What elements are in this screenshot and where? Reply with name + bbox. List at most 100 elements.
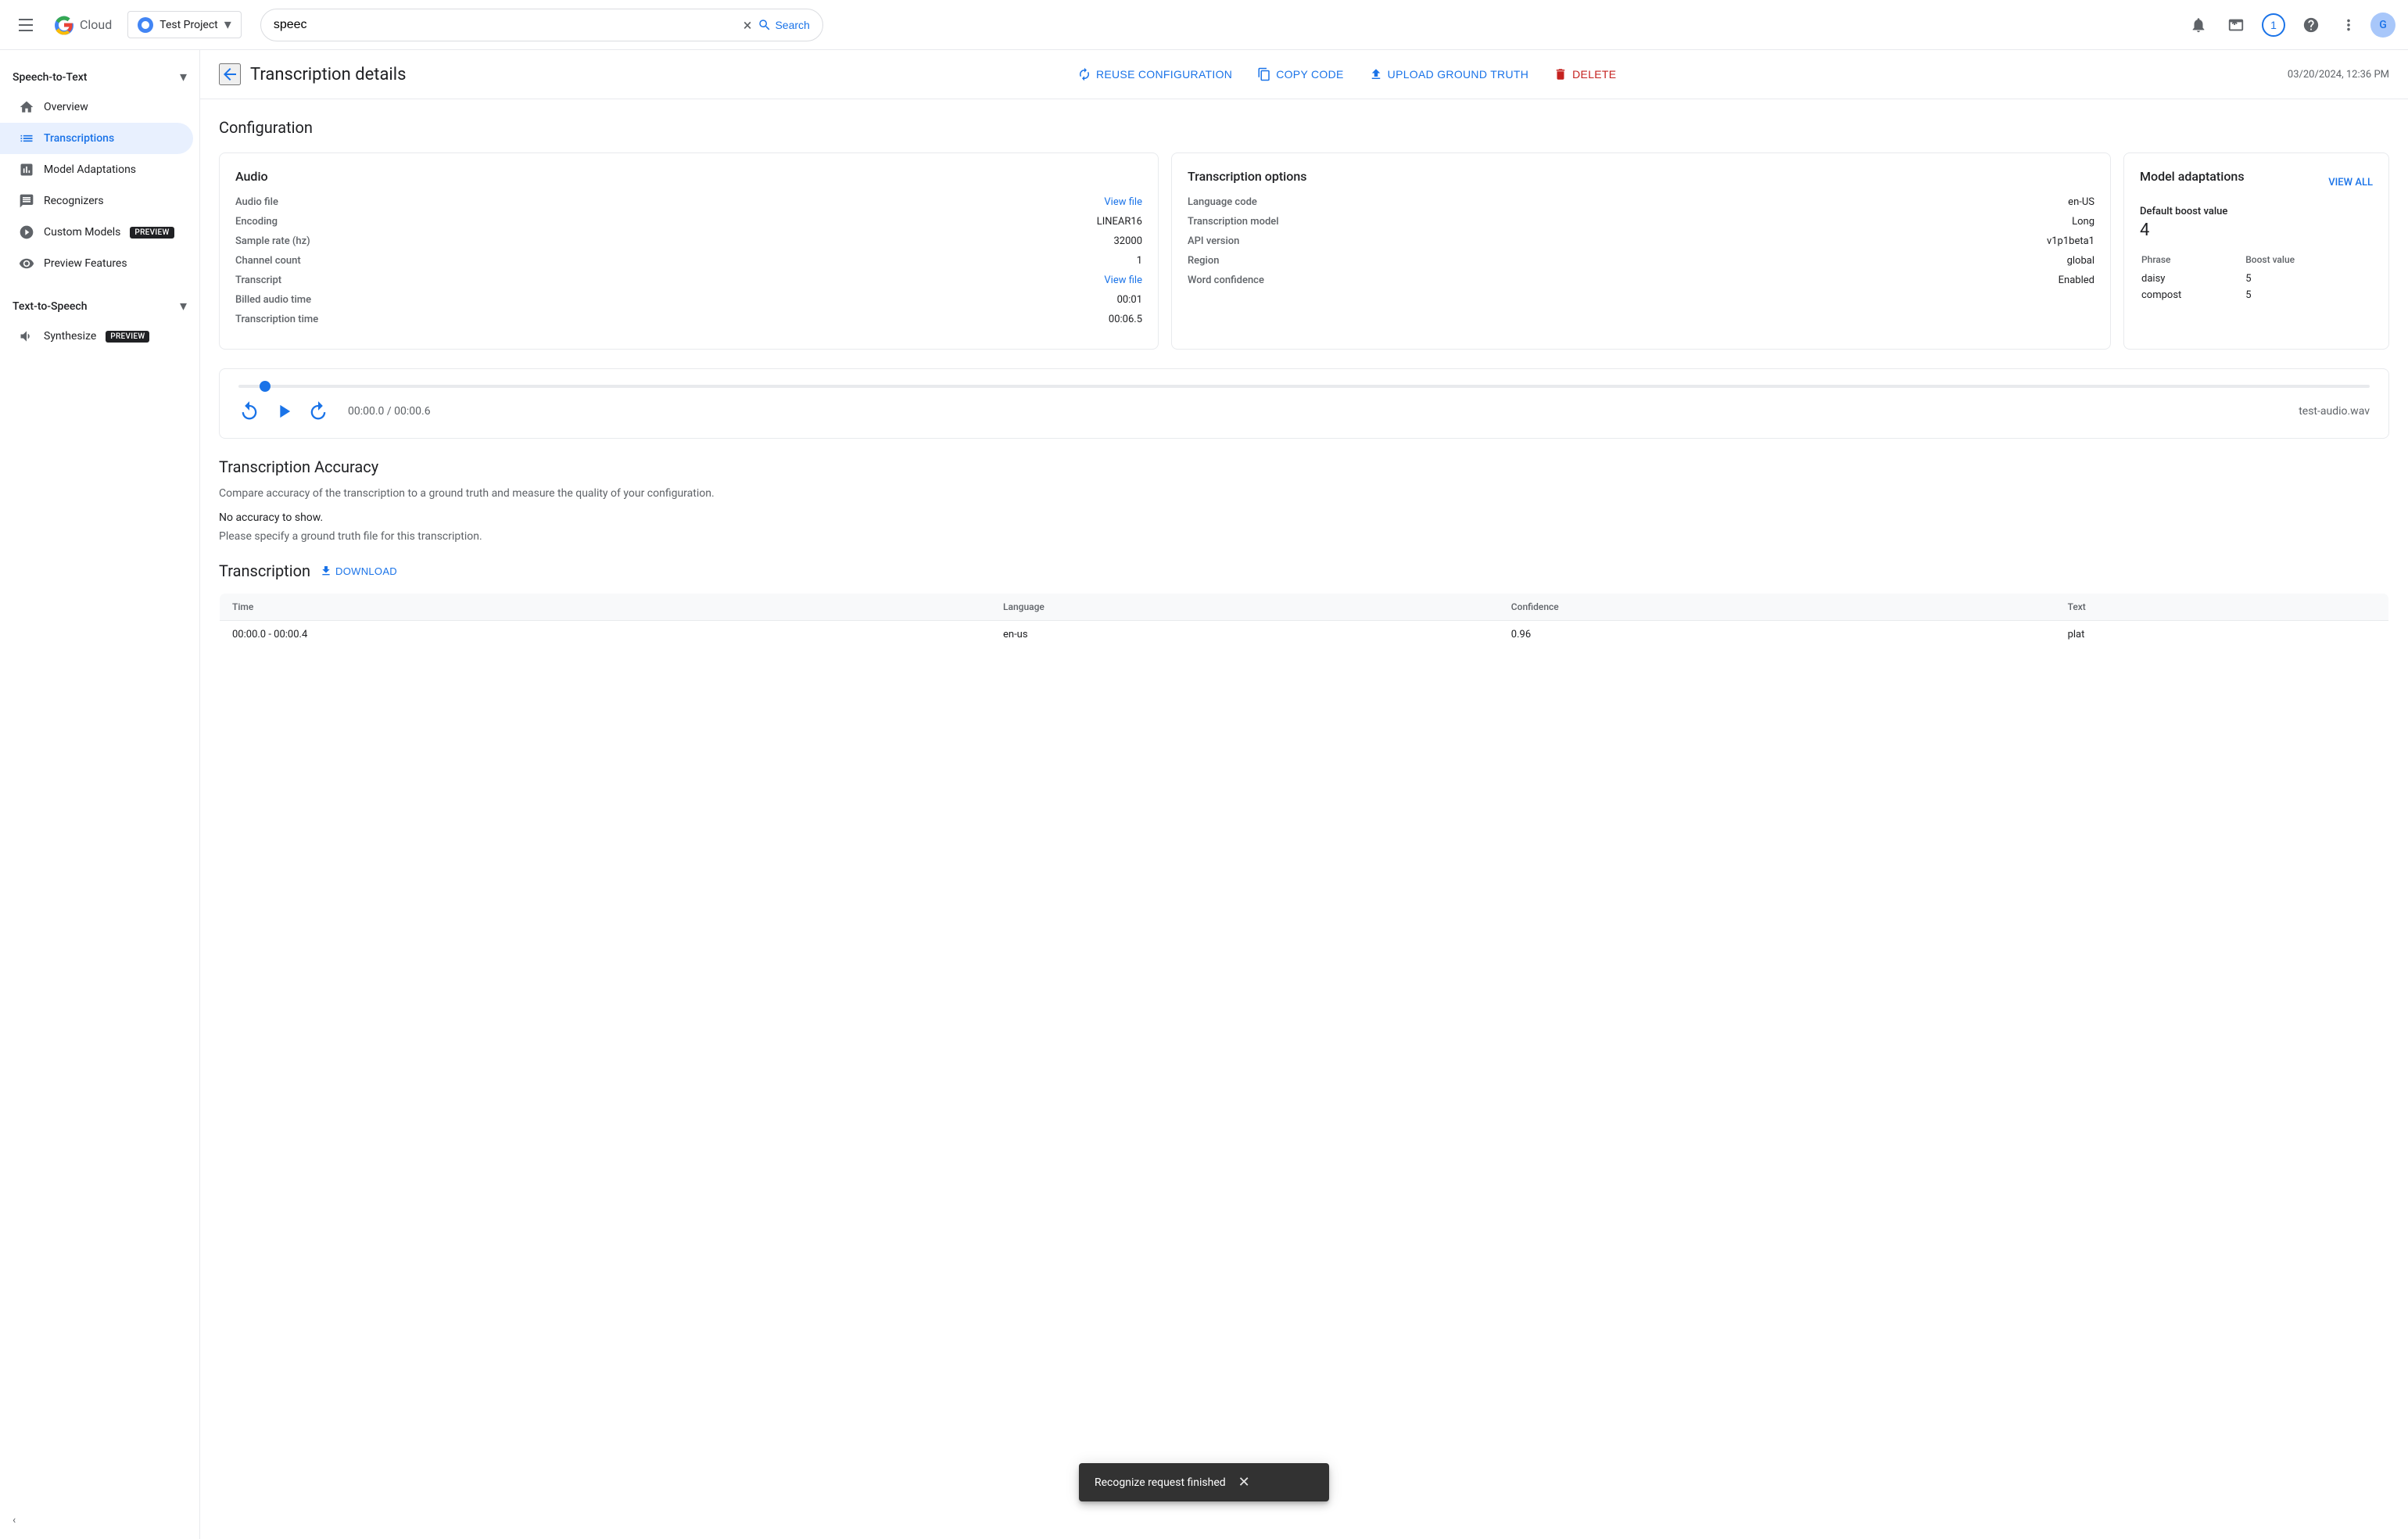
word-confidence-row: Word confidence Enabled <box>1188 274 2094 286</box>
delete-button[interactable]: DELETE <box>1547 63 1622 86</box>
col-time: Time <box>220 594 991 621</box>
page-title: Transcription details <box>250 65 406 84</box>
billed-audio-label: Billed audio time <box>235 294 311 306</box>
project-selector[interactable]: Test Project ▾ <box>127 11 242 38</box>
audio-file-link[interactable]: View file <box>1104 196 1142 208</box>
language-code-label: Language code <box>1188 196 1257 208</box>
stt-chevron-icon: ▾ <box>180 69 187 85</box>
search-input[interactable]: speec <box>274 18 737 32</box>
billed-audio-value: 00:01 <box>1117 294 1142 306</box>
phrase-col-header: Phrase <box>2141 254 2244 270</box>
configuration-section-title: Configuration <box>219 118 2389 137</box>
model-adaptations-title: Model adaptations <box>2140 169 2245 184</box>
sidebar-item-transcriptions[interactable]: Transcriptions <box>0 123 193 154</box>
copy-icon <box>1257 67 1271 81</box>
sidebar-label-custom-models: Custom Models <box>44 226 120 239</box>
stt-section-header[interactable]: Speech-to-Text ▾ <box>0 63 199 91</box>
sidebar-item-overview[interactable]: Overview <box>0 91 193 123</box>
transcription-section: Transcription DOWNLOAD Time Language Con… <box>219 561 2389 649</box>
back-button[interactable] <box>219 63 241 85</box>
sidebar-label-model-adaptations: Model Adaptations <box>44 163 136 176</box>
transcription-table: Time Language Confidence Text 00:00.0 - … <box>219 593 2389 649</box>
collapse-sidebar-button[interactable]: ‹ <box>13 1514 16 1526</box>
upload-icon <box>1369 67 1383 81</box>
tts-section-header[interactable]: Text-to-Speech ▾ <box>0 292 199 321</box>
google-cloud-logo[interactable]: Cloud <box>53 14 112 36</box>
google-logo-icon <box>53 14 75 36</box>
user-avatar[interactable]: G <box>2370 13 2395 38</box>
audio-card: Audio Audio file View file Encoding LINE… <box>219 152 1159 350</box>
encoding-row: Encoding LINEAR16 <box>235 216 1142 228</box>
search-bar: speec × Search <box>260 9 823 41</box>
play-button[interactable] <box>273 400 295 422</box>
audio-progress-thumb[interactable] <box>260 381 271 392</box>
search-icon <box>758 18 772 32</box>
snackbar-close-button[interactable]: ✕ <box>1238 1474 1250 1491</box>
forward-icon <box>307 400 329 422</box>
default-boost-label: Default boost value <box>2140 206 2373 217</box>
page-timestamp: 03/20/2024, 12:36 PM <box>2288 69 2389 81</box>
boost-daisy: 5 <box>2245 271 2371 286</box>
help-button[interactable] <box>2295 9 2327 41</box>
sample-rate-value: 32000 <box>1113 235 1142 247</box>
upload-ground-truth-button[interactable]: UPLOAD GROUND TRUTH <box>1363 63 1535 86</box>
forward-button[interactable] <box>307 400 329 422</box>
search-clear-icon[interactable]: × <box>744 16 752 34</box>
rewind-button[interactable] <box>238 400 260 422</box>
account-circle-button[interactable]: 1 <box>2258 9 2289 41</box>
help-icon <box>2302 16 2320 34</box>
notifications-button[interactable] <box>2183 9 2214 41</box>
encoding-value: LINEAR16 <box>1097 216 1142 228</box>
snackbar: Recognize request finished ✕ <box>1079 1463 1329 1501</box>
reuse-configuration-button[interactable]: REUSE CONFIGURATION <box>1071 63 1238 86</box>
terminal-button[interactable] <box>2220 9 2252 41</box>
boost-row-daisy: daisy 5 <box>2141 271 2371 286</box>
tts-section-title: Text-to-Speech <box>13 300 87 313</box>
sidebar-item-model-adaptations[interactable]: Model Adaptations <box>0 154 193 185</box>
row-confidence: 0.96 <box>1499 621 2055 649</box>
header-actions: REUSE CONFIGURATION COPY CODE UPLOAD GRO… <box>1071 63 1622 86</box>
top-nav: Cloud Test Project ▾ speec × Search <box>0 0 2408 50</box>
audio-controls: 00:00.0 / 00:00.6 test-audio.wav <box>238 400 2370 422</box>
accuracy-description: Compare accuracy of the transcription to… <box>219 486 2389 502</box>
nav-right: 1 G <box>2183 9 2395 41</box>
transcription-options-card: Transcription options Language code en-U… <box>1171 152 2111 350</box>
transcription-title: Transcription <box>219 561 310 580</box>
stt-section-title: Speech-to-Text <box>13 71 87 84</box>
more-options-button[interactable] <box>2333 9 2364 41</box>
accuracy-no-data: No accuracy to show. <box>219 511 2389 524</box>
hamburger-button[interactable] <box>13 9 44 41</box>
download-button[interactable]: DOWNLOAD <box>320 565 397 577</box>
recognizer-icon <box>19 193 34 209</box>
audio-file-label: Audio file <box>235 196 278 208</box>
language-code-value: en-US <box>2068 196 2094 208</box>
configuration-cards: Audio Audio file View file Encoding LINE… <box>219 152 2389 350</box>
view-all-link[interactable]: VIEW ALL <box>2328 177 2373 188</box>
more-vert-icon <box>2340 16 2357 34</box>
account-notification: 1 <box>2258 9 2289 41</box>
model-icon <box>19 162 34 178</box>
transcript-link[interactable]: View file <box>1104 274 1142 286</box>
transcription-time-row: Transcription time 00:06.5 <box>235 314 1142 325</box>
col-confidence: Confidence <box>1499 594 2055 621</box>
main-content: Transcription details REUSE CONFIGURATIO… <box>200 50 2408 1539</box>
copy-code-button[interactable]: COPY CODE <box>1251 63 1349 86</box>
sidebar-item-preview-features[interactable]: Preview Features <box>0 248 193 279</box>
transcription-model-value: Long <box>2072 216 2094 228</box>
table-row: 00:00.0 - 00:00.4 en-us 0.96 plat <box>220 621 2389 649</box>
channel-count-value: 1 <box>1137 255 1142 267</box>
sidebar-item-recognizers[interactable]: Recognizers <box>0 185 193 217</box>
project-chevron-icon: ▾ <box>224 16 231 33</box>
audio-progress-bar[interactable] <box>238 385 2370 388</box>
reuse-icon <box>1077 67 1091 81</box>
accuracy-hint: Please specify a ground truth file for t… <box>219 530 2389 543</box>
phrase-daisy: daisy <box>2141 271 2244 286</box>
sidebar-label-recognizers: Recognizers <box>44 195 104 207</box>
transcription-header: Transcription DOWNLOAD <box>219 561 2389 580</box>
list-icon <box>19 131 34 146</box>
row-text: plat <box>2055 621 2389 649</box>
sidebar-item-custom-models[interactable]: Custom Models PREVIEW <box>0 217 193 248</box>
sidebar-item-synthesize[interactable]: Synthesize PREVIEW <box>0 321 193 352</box>
search-button[interactable]: Search <box>758 18 809 32</box>
upload-label: UPLOAD GROUND TRUTH <box>1388 68 1528 81</box>
